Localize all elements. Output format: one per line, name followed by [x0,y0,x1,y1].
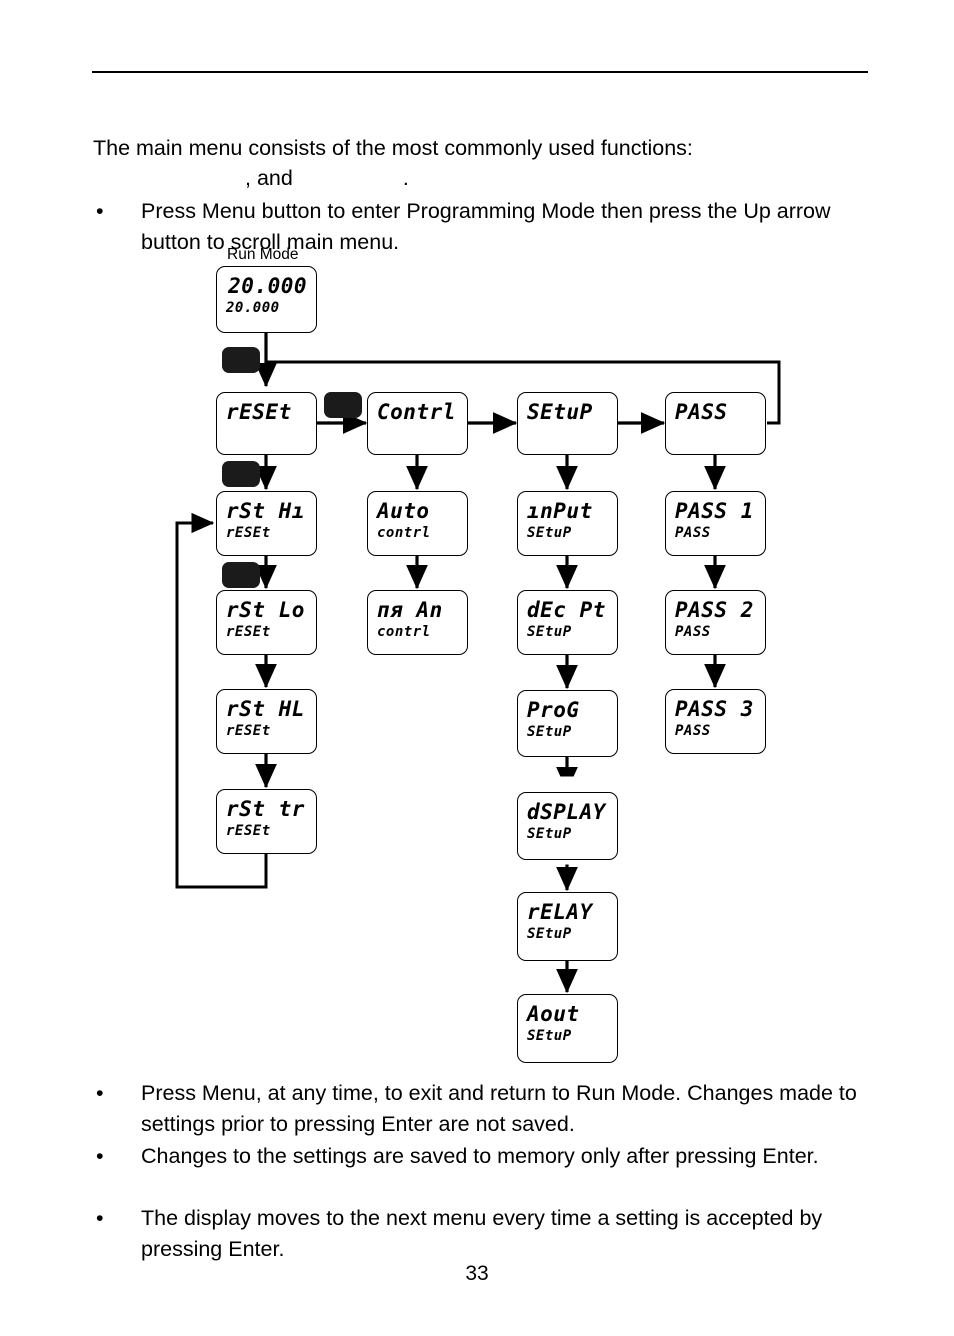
node-secondary: rESEt [226,624,271,640]
bullet-text: Press Menu, at any time, to exit and ret… [141,1081,857,1136]
node-primary: rSt tr [226,797,305,821]
node-secondary: PASS [675,525,711,541]
node-run-mode[interactable]: 20.000 20.000 [216,266,317,333]
node-control-auto[interactable]: Auto contrl [367,491,468,556]
node-secondary: rESEt [226,823,271,839]
node-primary: rSt Lo [226,598,305,622]
node-menu-setup[interactable]: SEtuP [517,392,618,455]
menu-loop-button[interactable] [222,347,954,1313]
run-mode-label: Run Mode [227,246,299,263]
node-label: rESEt [226,400,292,424]
bullet-marker: • [96,1081,104,1105]
node-primary: пя An [377,598,443,622]
node-setup-display[interactable]: dSPLAY SEtuP [517,792,618,860]
up-arrow-button-reset[interactable] [222,562,954,1336]
document-page: The main menu consists of the most commo… [0,0,954,1336]
node-menu-control[interactable]: Contrl [367,392,468,455]
up-arrow-button-main[interactable] [324,392,954,1275]
node-primary: Aout [527,1002,580,1026]
node-secondary: contrl [377,525,431,541]
bullet-item-exit-run-mode: • Press Menu, at any time, to exit and r… [93,1078,883,1140]
node-run-mode-secondary: 20.000 [226,300,280,316]
node-secondary: SEtuP [527,525,572,541]
node-secondary: PASS [675,723,711,739]
bullet-item-save-to-memory: • Changes to the settings are saved to m… [93,1141,883,1172]
node-primary: dEc Pt [527,598,606,622]
node-run-mode-primary: 20.000 [228,274,307,298]
node-primary: rSt Hı [226,499,305,523]
bullet-text: Changes to the settings are saved to mem… [141,1144,819,1168]
node-setup-analog-out[interactable]: Aout SEtuP [517,994,618,1063]
node-secondary: contrl [377,624,431,640]
node-reset-lo[interactable]: rSt Lo rESEt [216,590,317,655]
node-pass-1[interactable]: PASS 1 PASS [665,491,766,556]
bullet-text: The display moves to the next menu every… [141,1206,823,1261]
node-primary: ProG [527,698,580,722]
node-primary: PASS 3 [675,697,754,721]
node-label: Contrl [377,400,456,424]
node-setup-prog[interactable]: ProG SEtuP [517,690,618,757]
node-secondary: PASS [675,624,711,640]
node-setup-relay[interactable]: rELAY SEtuP [517,892,618,961]
node-secondary: SEtuP [527,724,572,740]
bullet-item-next-menu: • The display moves to the next menu eve… [93,1203,883,1265]
node-primary: dSPLAY [527,800,606,824]
node-control-manual[interactable]: пя An contrl [367,590,468,655]
node-setup-decimal-point[interactable]: dEc Pt SEtuP [517,590,618,655]
node-pass-2[interactable]: PASS 2 PASS [665,590,766,655]
node-primary: PASS 1 [675,499,754,523]
node-secondary: rESEt [226,723,271,739]
node-label: SEtuP [527,400,593,424]
bullet-marker: • [96,1206,104,1230]
node-secondary: rESEt [226,525,271,541]
node-secondary: SEtuP [527,624,572,640]
node-reset-hl[interactable]: rSt HL rESEt [216,689,317,754]
page-number: 33 [465,1262,489,1285]
node-primary: PASS 2 [675,598,754,622]
enter-button[interactable] [222,461,954,1336]
node-primary: Auto [377,499,430,523]
node-primary: ınPut [527,499,593,523]
node-secondary: SEtuP [527,926,572,942]
node-pass-3[interactable]: PASS 3 PASS [665,689,766,754]
node-secondary: SEtuP [527,1028,572,1044]
node-reset-tr[interactable]: rSt tr rESEt [216,789,317,854]
node-label: PASS [675,400,728,424]
node-setup-input[interactable]: ınPut SEtuP [517,491,618,556]
node-primary: rSt HL [226,697,305,721]
bullet-marker: • [96,1144,104,1168]
node-primary: rELAY [527,900,593,924]
node-secondary: SEtuP [527,826,572,842]
node-reset-hi[interactable]: rSt Hı rESEt [216,491,317,556]
node-menu-pass[interactable]: PASS [665,392,766,455]
node-menu-reset[interactable]: rESEt [216,392,317,455]
